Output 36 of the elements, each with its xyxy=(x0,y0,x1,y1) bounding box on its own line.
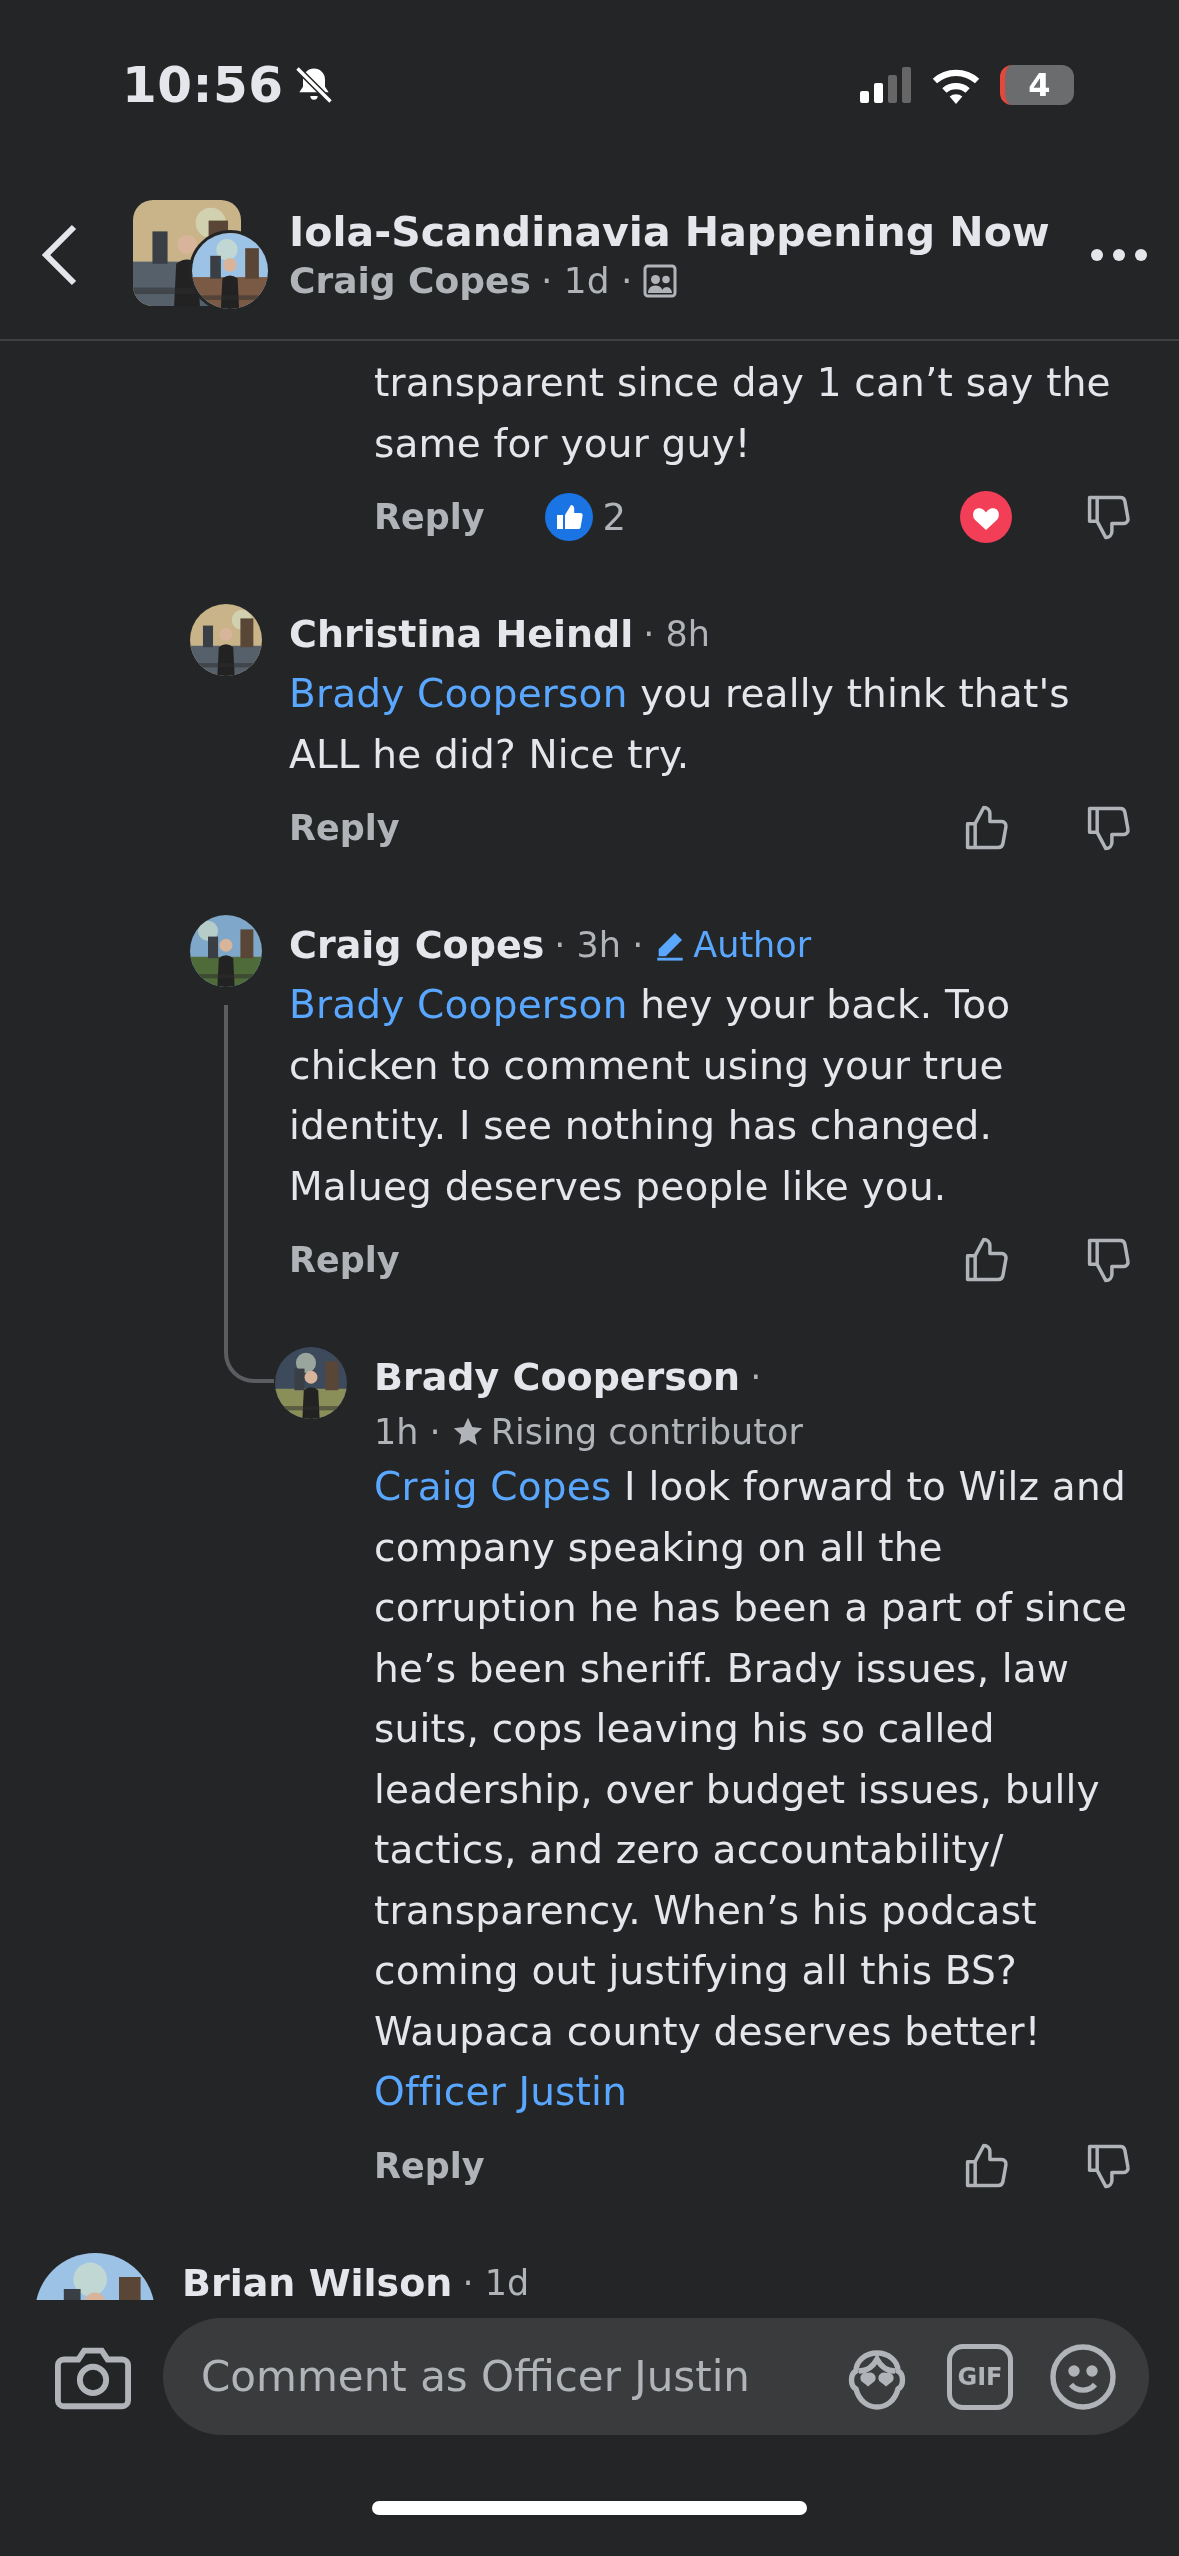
battery-indicator: 4 xyxy=(1000,65,1074,105)
mention-link[interactable]: Craig Copes xyxy=(374,1464,612,1509)
commenter-name[interactable]: Brian Wilson xyxy=(182,2252,453,2300)
commenter-name[interactable]: Craig Copes xyxy=(289,915,545,975)
author-label: Author xyxy=(693,924,812,967)
signal-icon xyxy=(860,67,912,103)
comment-meta: · 1d xyxy=(462,2261,530,2300)
gif-button[interactable]: GIF xyxy=(947,2343,1013,2410)
commenter-name[interactable]: Brady Cooperson xyxy=(374,1347,741,1407)
commenter-name[interactable]: Christina Heindl xyxy=(289,604,634,664)
comment-meta: · 8h xyxy=(643,613,711,656)
mention-link[interactable]: Brady Cooperson xyxy=(289,671,628,716)
like-count: 2 xyxy=(602,495,627,539)
comment-meta: · xyxy=(750,1356,762,1399)
comment-text: Brady Cooperson hey your back. Too chicken to comment using your true identity. I see nothing has changed. Malueg deserves people like you. xyxy=(289,981,1012,1211)
like-badge-icon xyxy=(544,493,593,541)
comment-text: Craig Copes I look forward to Wilz and company speaking on all the corruption he has been a part of since he’s been sheriff. Brady issues, law suits, cops leaving his so called leadership, over budget issues, bully tactics, and zero accountability/ transparency. When’s his podcast coming out justifying all this BS? Waupaca county deserves better! Officer Justin xyxy=(374,1463,1129,2116)
contributor-label: Rising contributor xyxy=(490,1411,803,1454)
post-author[interactable]: Craig Copes xyxy=(289,260,531,301)
heart-reaction-icon[interactable] xyxy=(960,491,1012,543)
comment-input[interactable]: Comment as Officer Justin xyxy=(199,2351,807,2402)
reply-button[interactable]: Reply xyxy=(289,1240,400,1280)
mention-link[interactable]: Officer Justin xyxy=(374,2069,628,2114)
post-meta: · 1d · xyxy=(540,260,633,301)
comment-field[interactable]: Comment as Officer Justin GIF xyxy=(163,2318,1149,2435)
clock: 10:56 xyxy=(122,56,284,114)
comment-meta: · 3h · xyxy=(554,924,644,967)
comment-text: Brady Cooperson you really think that's ALL he did? Nice try. xyxy=(289,670,1071,779)
reply-button[interactable]: Reply xyxy=(374,497,485,537)
comment-meta: 1h · xyxy=(374,1411,441,1454)
reply-button[interactable]: Reply xyxy=(289,808,400,848)
comment-text: transparent since day 1 can’t say the same for your guy! xyxy=(374,359,1112,468)
group-icon xyxy=(642,262,679,299)
mention-link[interactable]: Brady Cooperson xyxy=(289,982,628,1027)
group-title[interactable]: Iola-Scandinavia Happening Now xyxy=(289,208,1050,256)
reply-button[interactable]: Reply xyxy=(374,2145,485,2186)
